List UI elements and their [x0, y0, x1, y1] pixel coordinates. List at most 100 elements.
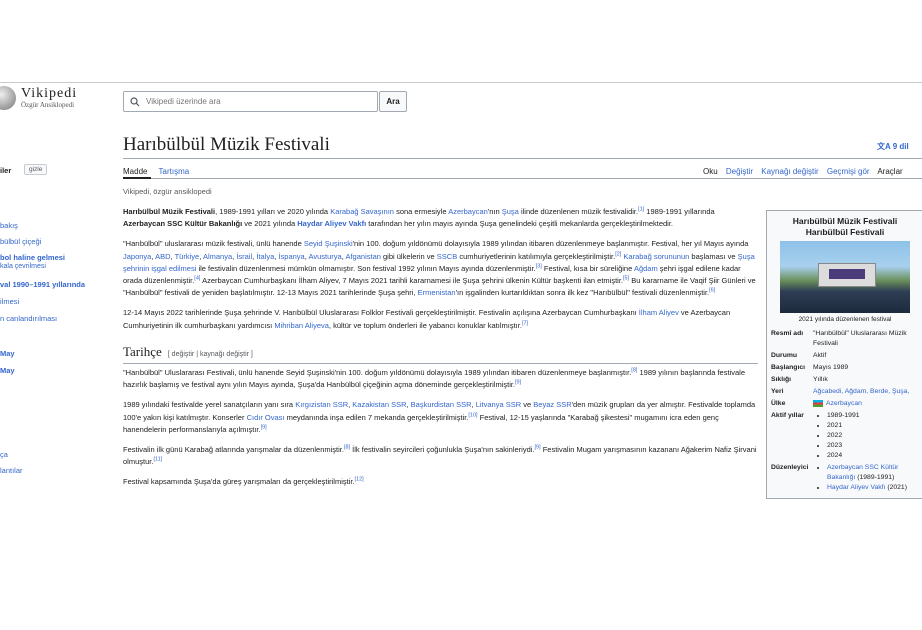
toc-item[interactable]: n canlandırılması — [0, 314, 57, 323]
organizer-years: (1989-1991) — [857, 474, 895, 481]
infobox-label: Başlangıcı — [771, 364, 805, 371]
infobox-label: Sıklığı — [771, 376, 792, 383]
paragraph: 1989 yılındaki festivalde yerel sanatçıl… — [123, 399, 758, 436]
festival-photo[interactable] — [780, 241, 910, 313]
citation[interactable]: [6] — [709, 288, 715, 294]
link[interactable]: Almanya — [203, 252, 232, 261]
link[interactable]: Haydar Aliyev Vakfı — [297, 219, 366, 228]
text: Festival, kısa bir süreliğine — [541, 263, 634, 273]
infobox-value-link[interactable]: Ağcabedi, Ağdam, Berde, Şuşa, — [813, 387, 919, 397]
link[interactable]: Litvanya SSR — [476, 400, 521, 409]
toc-item[interactable]: May — [0, 366, 15, 375]
namespace-tabs: Madde Tartışma — [123, 167, 198, 176]
infobox-value: Yıllık — [813, 376, 828, 383]
text: Azerbaycan Cumhurbaşkanı İlham Aliyev, 7… — [200, 276, 623, 286]
infobox-label: Aktif yıllar — [771, 412, 804, 419]
infobox-row: Yeri Ağcabedi, Ağdam, Berde, Şuşa, — [767, 386, 922, 398]
text: , 1989-1991 yılları ve 2020 yılında — [215, 207, 331, 216]
paragraph: "Harıbülbül" uluslararası müzik festival… — [123, 238, 758, 299]
link[interactable]: Ermenistan — [418, 288, 456, 297]
tab-talk[interactable]: Tartışma — [159, 167, 190, 176]
azerbaijan-flag-icon — [813, 399, 823, 407]
citation[interactable]: [11] — [153, 457, 162, 463]
organizer-link[interactable]: Haydar Aliyev Vakfı — [827, 484, 885, 491]
search-box[interactable] — [123, 91, 378, 112]
link[interactable]: İtalya — [256, 252, 274, 261]
text: Festivalin ilk günü Karabağ atlarında ya… — [123, 445, 344, 455]
link[interactable]: Afganistan — [345, 252, 380, 261]
paragraph: 12-14 Mayıs 2022 tarihlerinde Şuşa şehri… — [123, 307, 758, 331]
link[interactable]: Türkiye — [175, 252, 200, 261]
tab-article[interactable]: Madde — [123, 167, 147, 176]
wikipedia-logo[interactable]: Vikipedi Özgür Ansiklopedi — [0, 86, 77, 110]
toc-hide-button[interactable]: gizle — [24, 164, 48, 175]
toc-item[interactable]: val 1990–1991 yıllarında — [0, 280, 85, 289]
link[interactable]: Avusturya — [308, 252, 341, 261]
text: 1989-1991 yıllarında — [644, 207, 715, 216]
text: ve 2021 yılında — [242, 219, 298, 229]
link[interactable]: Ağdam — [634, 264, 658, 273]
citation[interactable]: [9] — [515, 380, 521, 386]
link[interactable]: Cıdır Ovası — [247, 413, 285, 422]
text: sona ermesiyle — [393, 207, 449, 216]
photo-caption: 2021 yılında düzenlenen festival — [798, 316, 892, 323]
toc-item[interactable]: May — [0, 349, 15, 358]
infobox-row: Sıklığı Yıllık — [767, 374, 922, 386]
language-count: 9 dil — [892, 142, 909, 151]
toc-heading: iler — [0, 166, 12, 175]
toc-item[interactable]: bakış — [0, 221, 18, 230]
site-tagline: Vikipedi, özgür ansiklopedi — [123, 187, 212, 196]
infobox-row: Resmî adı "Harıbülbül" Uluslararası Müzik… — [767, 328, 922, 350]
link[interactable]: Kazakistan SSR — [352, 400, 406, 409]
link[interactable]: Mihriban Aliyeva — [274, 321, 329, 330]
section-edit-links[interactable]: [ değiştir | kaynağı değiştir ] — [168, 351, 253, 358]
toc-item[interactable]: bülbül çiçeği — [0, 237, 41, 246]
tab-history[interactable]: Geçmişi gör — [827, 167, 870, 176]
link[interactable]: İspanya — [278, 252, 304, 261]
tab-edit-source[interactable]: Kaynağı değiştir — [761, 167, 818, 176]
stage-shape — [818, 263, 876, 287]
citation[interactable]: [10] — [468, 412, 477, 418]
text: 'ın işgalinden kurtarıldıktan sonra ilk … — [455, 288, 710, 298]
tools-menu[interactable]: Araçlar — [877, 167, 902, 176]
search-icon — [130, 96, 140, 106]
tabs-divider — [123, 178, 922, 179]
link[interactable]: Azerbaycan — [448, 207, 488, 216]
toc-item[interactable]: ilmesi — [0, 297, 19, 306]
toc-item[interactable]: bol haline gelmesi — [0, 253, 65, 262]
tab-edit[interactable]: Değiştir — [726, 167, 753, 176]
infobox-label: Durumu — [771, 352, 798, 359]
citation[interactable]: [9] — [261, 424, 267, 431]
link[interactable]: Karabağ Savaşının — [330, 207, 394, 216]
link[interactable]: Beyaz SSR — [533, 400, 571, 409]
toc-item[interactable]: lantılar — [0, 466, 23, 475]
text: "Harıbülbül" Uluslararası Festivali, ünl… — [123, 368, 632, 378]
citation[interactable]: [7] — [522, 320, 528, 326]
link[interactable]: Seyid Şuşinski — [304, 239, 353, 248]
link[interactable]: Kırgızistan SSR — [295, 400, 348, 409]
search-input[interactable] — [146, 97, 346, 106]
link[interactable]: İlham Aliyev — [639, 308, 679, 317]
infobox-row: Ülke Azerbaycan — [767, 398, 922, 410]
globe-icon — [0, 86, 16, 110]
text: , kültür ve toplum önderleri ile yabancı… — [328, 320, 522, 330]
link[interactable]: Karabağ sorununun — [623, 252, 689, 261]
language-button[interactable]: 文A 9 dil — [877, 141, 909, 152]
search-button[interactable]: Ara — [379, 91, 407, 112]
infobox-value: Azerbaycan — [813, 399, 919, 409]
toc-item[interactable]: kala çevrilmesi — [0, 263, 46, 270]
toc-item[interactable]: ça — [0, 450, 8, 459]
link[interactable]: Şuşa — [502, 207, 519, 216]
link[interactable]: ABD — [155, 252, 170, 261]
link[interactable]: Başkurdistan SSR — [411, 400, 472, 409]
link[interactable]: SSCB — [437, 252, 457, 261]
citation[interactable]: [12] — [355, 477, 364, 483]
link[interactable]: Japonya — [123, 252, 151, 261]
infobox-label: Ülke — [771, 400, 786, 407]
country-link[interactable]: Azerbaycan — [826, 400, 862, 407]
tab-read[interactable]: Oku — [703, 167, 718, 176]
link[interactable]: İsrail — [236, 252, 252, 261]
infobox-row: Durumu Aktif — [767, 350, 922, 362]
paragraph: Festivalin ilk günü Karabağ atlarında ya… — [123, 444, 758, 468]
active-tab-indicator — [123, 177, 151, 179]
